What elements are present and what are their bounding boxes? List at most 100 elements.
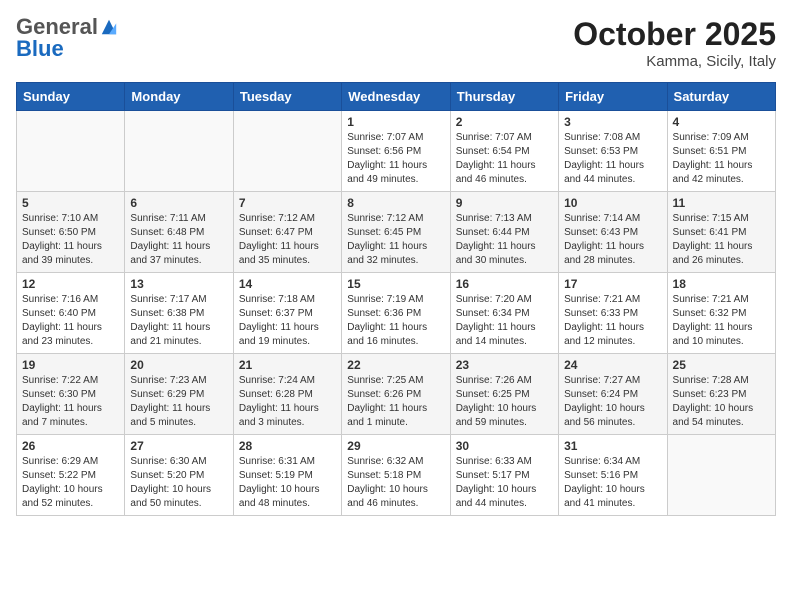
day-info: Sunrise: 7:11 AM Sunset: 6:48 PM Dayligh…	[130, 212, 227, 268]
table-row: 31 Sunrise: 6:34 AM Sunset: 5:16 PM Dayli…	[559, 435, 667, 516]
day-number: 25	[673, 358, 770, 372]
table-row: 15 Sunrise: 7:19 AM Sunset: 6:36 PM Dayli…	[342, 273, 450, 354]
table-row	[17, 111, 125, 192]
day-number: 19	[22, 358, 119, 372]
logo-icon	[100, 18, 118, 36]
day-info: Sunrise: 7:22 AM Sunset: 6:30 PM Dayligh…	[22, 374, 119, 430]
day-info: Sunrise: 7:21 AM Sunset: 6:33 PM Dayligh…	[564, 293, 661, 349]
day-number: 16	[456, 277, 553, 291]
day-info: Sunrise: 7:09 AM Sunset: 6:51 PM Dayligh…	[673, 131, 770, 187]
col-sunday: Sunday	[17, 83, 125, 111]
col-saturday: Saturday	[667, 83, 775, 111]
table-row: 11 Sunrise: 7:15 AM Sunset: 6:41 PM Dayli…	[667, 192, 775, 273]
day-number: 22	[347, 358, 444, 372]
location-title: Kamma, Sicily, Italy	[573, 53, 776, 70]
day-info: Sunrise: 7:28 AM Sunset: 6:23 PM Dayligh…	[673, 374, 770, 430]
day-number: 8	[347, 196, 444, 210]
table-row: 6 Sunrise: 7:11 AM Sunset: 6:48 PM Daylig…	[125, 192, 233, 273]
table-row: 25 Sunrise: 7:28 AM Sunset: 6:23 PM Dayli…	[667, 354, 775, 435]
table-row: 7 Sunrise: 7:12 AM Sunset: 6:47 PM Daylig…	[233, 192, 341, 273]
day-info: Sunrise: 7:15 AM Sunset: 6:41 PM Dayligh…	[673, 212, 770, 268]
table-row	[233, 111, 341, 192]
day-info: Sunrise: 6:30 AM Sunset: 5:20 PM Dayligh…	[130, 455, 227, 511]
day-info: Sunrise: 6:33 AM Sunset: 5:17 PM Dayligh…	[456, 455, 553, 511]
table-row: 18Sunrise: 7:21 AM Sunset: 6:32 PM Dayli…	[667, 273, 775, 354]
day-number: 9	[456, 196, 553, 210]
day-info: Sunrise: 7:20 AM Sunset: 6:34 PM Dayligh…	[456, 293, 553, 349]
logo: General Blue	[16, 16, 118, 62]
col-tuesday: Tuesday	[233, 83, 341, 111]
day-info: Sunrise: 7:13 AM Sunset: 6:44 PM Dayligh…	[456, 212, 553, 268]
day-number: 27	[130, 439, 227, 453]
day-info: Sunrise: 7:14 AM Sunset: 6:43 PM Dayligh…	[564, 212, 661, 268]
col-thursday: Thursday	[450, 83, 558, 111]
day-info: Sunrise: 7:07 AM Sunset: 6:56 PM Dayligh…	[347, 131, 444, 187]
table-row: 8 Sunrise: 7:12 AM Sunset: 6:45 PM Daylig…	[342, 192, 450, 273]
day-info: Sunrise: 7:18 AM Sunset: 6:37 PM Dayligh…	[239, 293, 336, 349]
calendar-table: Sunday Monday Tuesday Wednesday Thursday…	[16, 82, 776, 516]
table-row: 14Sunrise: 7:18 AM Sunset: 6:37 PM Dayli…	[233, 273, 341, 354]
day-info: Sunrise: 7:23 AM Sunset: 6:29 PM Dayligh…	[130, 374, 227, 430]
table-row	[125, 111, 233, 192]
day-info: Sunrise: 6:32 AM Sunset: 5:18 PM Dayligh…	[347, 455, 444, 511]
table-row: 4 Sunrise: 7:09 AM Sunset: 6:51 PM Daylig…	[667, 111, 775, 192]
day-number: 13	[130, 277, 227, 291]
day-number: 20	[130, 358, 227, 372]
month-title: October 2025	[573, 16, 776, 53]
day-info: Sunrise: 7:19 AM Sunset: 6:36 PM Dayligh…	[347, 293, 444, 349]
day-number: 31	[564, 439, 661, 453]
day-number: 7	[239, 196, 336, 210]
table-row: 5Sunrise: 7:10 AM Sunset: 6:50 PM Daylig…	[17, 192, 125, 273]
day-number: 6	[130, 196, 227, 210]
table-row: 2Sunrise: 7:07 AM Sunset: 6:54 PM Daylig…	[450, 111, 558, 192]
logo-blue: Blue	[16, 36, 64, 61]
day-number: 28	[239, 439, 336, 453]
calendar-body: 1 Sunrise: 7:07 AM Sunset: 6:56 PM Daylig…	[17, 111, 776, 516]
table-row: 28 Sunrise: 6:31 AM Sunset: 5:19 PM Dayli…	[233, 435, 341, 516]
table-row: 30Sunrise: 6:33 AM Sunset: 5:17 PM Dayli…	[450, 435, 558, 516]
day-info: Sunrise: 7:26 AM Sunset: 6:25 PM Dayligh…	[456, 374, 553, 430]
day-number: 15	[347, 277, 444, 291]
table-row: 21Sunrise: 7:24 AM Sunset: 6:28 PM Dayli…	[233, 354, 341, 435]
table-row	[667, 435, 775, 516]
day-info: Sunrise: 6:34 AM Sunset: 5:16 PM Dayligh…	[564, 455, 661, 511]
col-wednesday: Wednesday	[342, 83, 450, 111]
table-row: 17Sunrise: 7:21 AM Sunset: 6:33 PM Dayli…	[559, 273, 667, 354]
table-row: 10 Sunrise: 7:14 AM Sunset: 6:43 PM Dayli…	[559, 192, 667, 273]
day-number: 2	[456, 115, 553, 129]
day-number: 10	[564, 196, 661, 210]
day-info: Sunrise: 7:17 AM Sunset: 6:38 PM Dayligh…	[130, 293, 227, 349]
logo-general: General	[16, 16, 98, 38]
table-row: 9 Sunrise: 7:13 AM Sunset: 6:44 PM Daylig…	[450, 192, 558, 273]
day-info: Sunrise: 6:31 AM Sunset: 5:19 PM Dayligh…	[239, 455, 336, 511]
day-number: 11	[673, 196, 770, 210]
table-row: 26 Sunrise: 6:29 AM Sunset: 5:22 PM Dayli…	[17, 435, 125, 516]
day-info: Sunrise: 7:16 AM Sunset: 6:40 PM Dayligh…	[22, 293, 119, 349]
day-number: 3	[564, 115, 661, 129]
day-info: Sunrise: 6:29 AM Sunset: 5:22 PM Dayligh…	[22, 455, 119, 511]
page-header: General Blue October 2025 Kamma, Sicily,…	[16, 16, 776, 70]
table-row: 12Sunrise: 7:16 AM Sunset: 6:40 PM Dayli…	[17, 273, 125, 354]
day-number: 5	[22, 196, 119, 210]
table-row: 1 Sunrise: 7:07 AM Sunset: 6:56 PM Daylig…	[342, 111, 450, 192]
table-row: 20 Sunrise: 7:23 AM Sunset: 6:29 PM Dayli…	[125, 354, 233, 435]
table-row: 3Sunrise: 7:08 AM Sunset: 6:53 PM Daylig…	[559, 111, 667, 192]
day-info: Sunrise: 7:27 AM Sunset: 6:24 PM Dayligh…	[564, 374, 661, 430]
table-row: 13 Sunrise: 7:17 AM Sunset: 6:38 PM Dayli…	[125, 273, 233, 354]
day-number: 26	[22, 439, 119, 453]
table-row: 24Sunrise: 7:27 AM Sunset: 6:24 PM Dayli…	[559, 354, 667, 435]
day-info: Sunrise: 7:25 AM Sunset: 6:26 PM Dayligh…	[347, 374, 444, 430]
col-friday: Friday	[559, 83, 667, 111]
title-block: October 2025 Kamma, Sicily, Italy	[573, 16, 776, 70]
day-number: 4	[673, 115, 770, 129]
day-number: 1	[347, 115, 444, 129]
day-info: Sunrise: 7:24 AM Sunset: 6:28 PM Dayligh…	[239, 374, 336, 430]
col-monday: Monday	[125, 83, 233, 111]
day-info: Sunrise: 7:12 AM Sunset: 6:45 PM Dayligh…	[347, 212, 444, 268]
table-row: 22 Sunrise: 7:25 AM Sunset: 6:26 PM Dayli…	[342, 354, 450, 435]
table-row: 23Sunrise: 7:26 AM Sunset: 6:25 PM Dayli…	[450, 354, 558, 435]
day-info: Sunrise: 7:12 AM Sunset: 6:47 PM Dayligh…	[239, 212, 336, 268]
table-row: 19 Sunrise: 7:22 AM Sunset: 6:30 PM Dayli…	[17, 354, 125, 435]
table-row: 16 Sunrise: 7:20 AM Sunset: 6:34 PM Dayli…	[450, 273, 558, 354]
table-row: 27 Sunrise: 6:30 AM Sunset: 5:20 PM Dayli…	[125, 435, 233, 516]
